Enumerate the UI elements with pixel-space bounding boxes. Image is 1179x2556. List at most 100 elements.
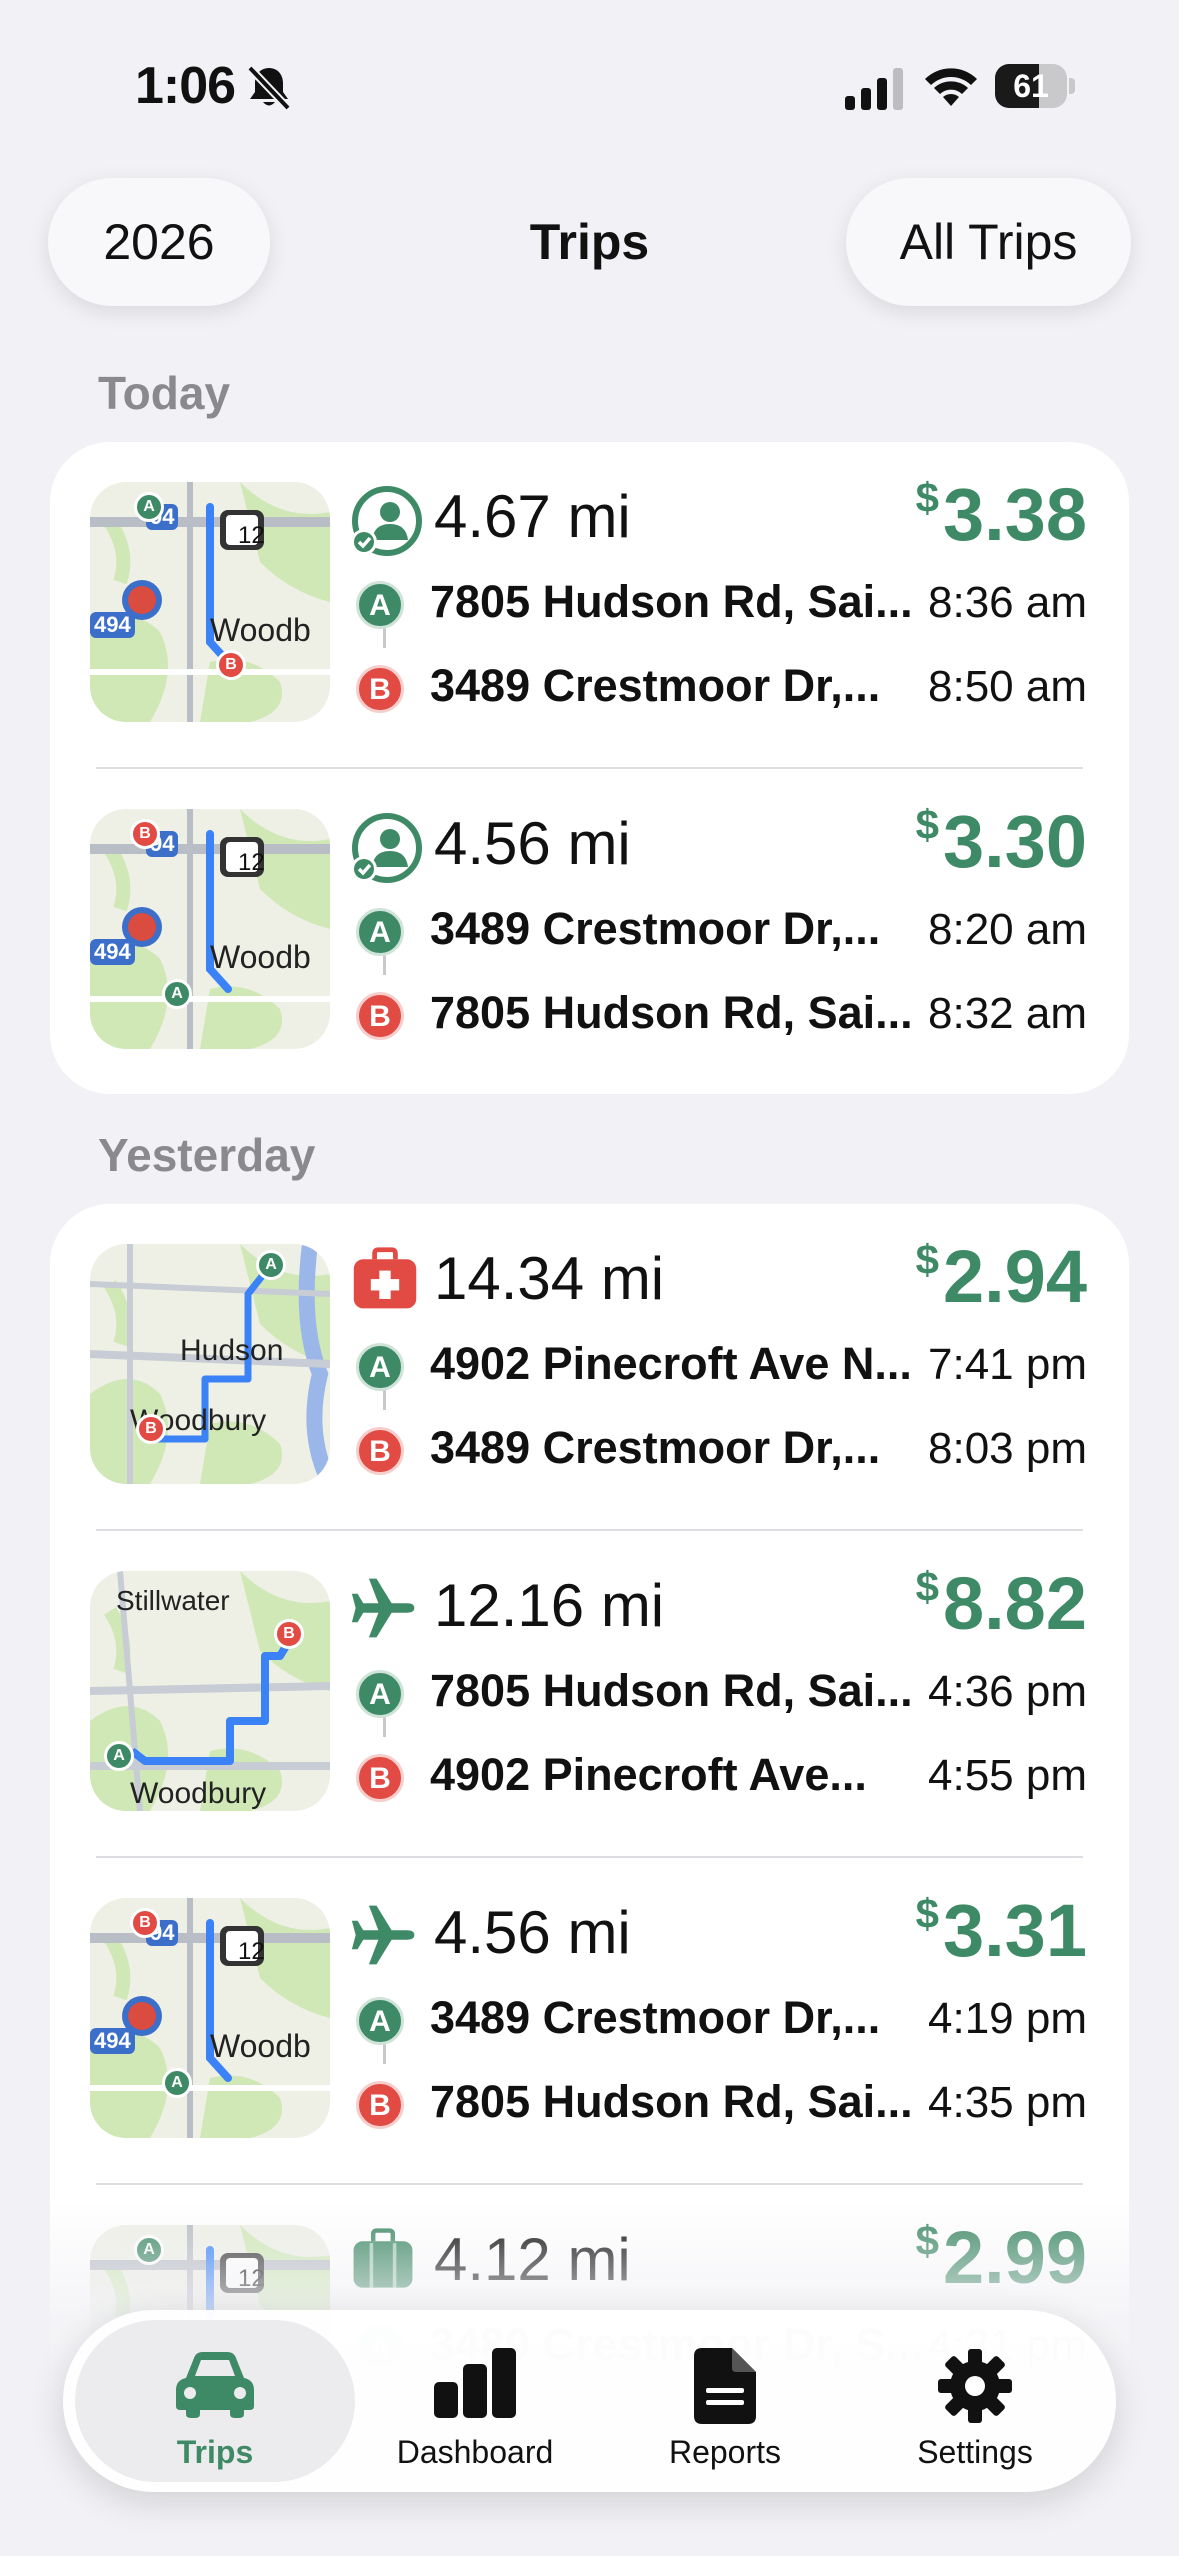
amount-value: 2.94 bbox=[942, 1235, 1087, 1318]
start-address: 3489 Crestmoor Dr,... bbox=[430, 903, 881, 954]
gear-icon bbox=[938, 2349, 1012, 2423]
end-marker-badge: B bbox=[356, 1427, 404, 1475]
map-label: Hudson bbox=[180, 1334, 284, 1367]
start-address: 3489 Crestmoor Dr,... bbox=[430, 1992, 881, 2043]
map-start-marker: A bbox=[256, 1250, 286, 1280]
trip-distance: 4.67 mi bbox=[434, 483, 631, 550]
start-time: 8:36 am bbox=[928, 578, 1087, 627]
end-time: 4:35 pm bbox=[928, 2078, 1087, 2127]
end-marker-badge: B bbox=[356, 2081, 404, 2129]
route-map-thumbnail: 94 12 Woodb 494 A B bbox=[90, 482, 330, 722]
trip-row[interactable]: 94 12 Woodb 494 A B 4.56 mi $3.31 A 3489 Cr… bbox=[50, 1858, 1129, 2185]
airplane-icon[interactable] bbox=[350, 1900, 424, 1974]
map-end-marker: B bbox=[274, 1619, 304, 1649]
map-label: Woodb bbox=[210, 939, 311, 975]
trip-amount: $2.94 bbox=[916, 1234, 1087, 1319]
tab-label-dashboard: Dashboard bbox=[396, 2434, 554, 2470]
start-time: 4:36 pm bbox=[928, 1667, 1087, 1716]
route-map-thumbnail: Stillwater Woodbury A B bbox=[90, 1571, 330, 1811]
map-start-marker: A bbox=[162, 2068, 192, 2098]
map-label: 494 bbox=[90, 2028, 135, 2054]
currency-symbol: $ bbox=[915, 474, 939, 521]
trip-amount: $3.31 bbox=[916, 1888, 1087, 1973]
tab-label-trips: Trips bbox=[176, 2434, 254, 2470]
trip-group-card-today: 94 12 Woodb 494 A B 4.67 mi $3.38 A 7805 Hu… bbox=[50, 442, 1129, 1094]
start-marker-badge: A bbox=[356, 1670, 404, 1718]
trip-amount: $3.38 bbox=[916, 472, 1087, 557]
trip-distance: 12.16 mi bbox=[434, 1572, 665, 1639]
map-label: Woodbury bbox=[130, 1777, 267, 1810]
year-selector-button[interactable]: 2026 bbox=[48, 178, 270, 306]
route-map-thumbnail: 94 12 Woodb 494 A B bbox=[90, 1898, 330, 2138]
trip-filter-button[interactable]: All Trips bbox=[846, 178, 1131, 306]
trip-row[interactable]: 94 12 Woodb 494 A B 4.56 mi $3.30 A 3489 Cr… bbox=[50, 769, 1129, 1094]
end-address: 4902 Pinecroft Ave... bbox=[430, 1749, 867, 1800]
tab-label-reports: Reports bbox=[668, 2434, 782, 2470]
document-icon bbox=[694, 2348, 756, 2424]
start-address: 7805 Hudson Rd, Sai... bbox=[430, 576, 913, 627]
map-label: 494 bbox=[90, 939, 135, 965]
end-address: 3489 Crestmoor Dr,... bbox=[430, 660, 881, 711]
start-address: 4902 Pinecroft Ave N... bbox=[430, 1338, 912, 1389]
route-map-thumbnail: Hudson Woodbury A B bbox=[90, 1244, 330, 1484]
map-start-marker: A bbox=[104, 1741, 134, 1771]
end-time: 8:50 am bbox=[928, 662, 1087, 711]
tab-trips[interactable]: Trips bbox=[75, 2320, 355, 2482]
trip-row[interactable]: Hudson Woodbury A B 14.34 mi $2.94 A 4902… bbox=[50, 1204, 1129, 1531]
end-time: 8:32 am bbox=[928, 989, 1087, 1038]
end-time: 4:55 pm bbox=[928, 1751, 1087, 1800]
tab-bar: Trips Dashboard Reports Settings bbox=[63, 2310, 1116, 2492]
map-label: 12 bbox=[238, 849, 265, 876]
start-marker-badge: A bbox=[356, 1997, 404, 2045]
map-label: Woodb bbox=[210, 612, 311, 648]
currency-symbol: $ bbox=[915, 801, 939, 848]
start-marker-badge: A bbox=[356, 1343, 404, 1391]
map-start-marker: A bbox=[162, 979, 192, 1009]
car-icon bbox=[176, 2352, 254, 2418]
map-label: Stillwater bbox=[116, 1585, 230, 1616]
commute-person-check-icon[interactable] bbox=[350, 484, 424, 558]
status-bar: 1:06 61 bbox=[0, 0, 1179, 170]
start-marker-badge: A bbox=[356, 908, 404, 956]
currency-symbol: $ bbox=[915, 1236, 939, 1283]
status-time: 1:06 bbox=[135, 57, 236, 115]
end-address: 7805 Hudson Rd, Sai... bbox=[430, 2076, 913, 2127]
amount-value: 3.38 bbox=[942, 473, 1087, 556]
end-marker-badge: B bbox=[356, 665, 404, 713]
trip-amount: $8.82 bbox=[916, 1561, 1087, 1646]
cellular-signal-icon bbox=[845, 68, 903, 110]
currency-symbol: $ bbox=[915, 1563, 939, 1610]
tab-reports[interactable]: Reports bbox=[585, 2320, 865, 2482]
map-end-marker: B bbox=[216, 650, 246, 680]
trip-distance: 4.56 mi bbox=[434, 1899, 631, 1966]
map-label: Woodb bbox=[210, 2028, 311, 2064]
battery-percentage: 61 bbox=[1013, 68, 1049, 104]
map-label: 12 bbox=[238, 1938, 265, 1965]
airplane-icon[interactable] bbox=[350, 1573, 424, 1647]
section-label-today: Today bbox=[98, 367, 231, 419]
end-address: 7805 Hudson Rd, Sai... bbox=[430, 987, 913, 1038]
map-end-marker: B bbox=[130, 819, 160, 849]
start-time: 8:20 am bbox=[928, 905, 1087, 954]
bar-chart-icon bbox=[434, 2348, 516, 2418]
start-address: 7805 Hudson Rd, Sai... bbox=[430, 1665, 913, 1716]
trip-row[interactable]: Stillwater Woodbury A B 12.16 mi $8.82 A … bbox=[50, 1531, 1129, 1858]
tab-label-settings: Settings bbox=[917, 2434, 1033, 2470]
commute-person-check-icon[interactable] bbox=[350, 811, 424, 885]
end-marker-badge: B bbox=[356, 992, 404, 1040]
map-start-marker: A bbox=[134, 492, 164, 522]
tab-dashboard[interactable]: Dashboard bbox=[335, 2320, 615, 2482]
trip-distance: 14.34 mi bbox=[434, 1245, 665, 1312]
trip-amount: $3.30 bbox=[916, 799, 1087, 884]
wifi-icon bbox=[925, 68, 977, 106]
bell-slash-icon bbox=[247, 65, 291, 110]
tab-settings[interactable]: Settings bbox=[835, 2320, 1115, 2482]
start-marker-badge: A bbox=[356, 581, 404, 629]
map-end-marker: B bbox=[130, 1908, 160, 1938]
battery-indicator: 61 bbox=[995, 64, 1075, 108]
trip-row[interactable]: 94 12 Woodb 494 A B 4.67 mi $3.38 A 7805 Hu… bbox=[50, 442, 1129, 769]
map-end-marker: B bbox=[136, 1414, 166, 1444]
medical-kit-icon[interactable] bbox=[350, 1246, 424, 1320]
amount-value: 3.30 bbox=[942, 800, 1087, 883]
start-time: 7:41 pm bbox=[928, 1340, 1087, 1389]
